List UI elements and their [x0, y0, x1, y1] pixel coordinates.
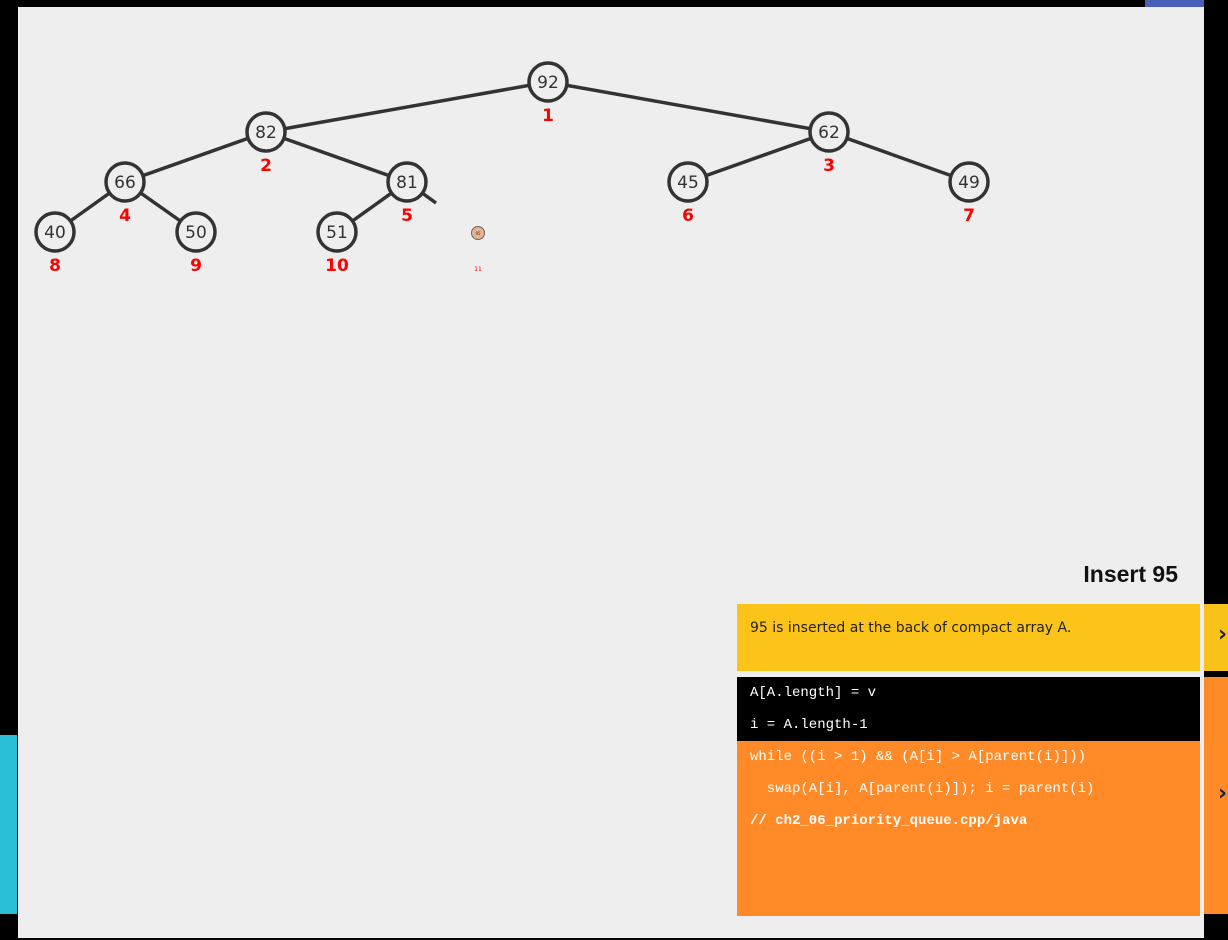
new-heap-node[interactable]: 95 11 [471, 226, 485, 274]
node-index-label: 3 [823, 156, 835, 176]
heap-node[interactable]: 50 9 [175, 211, 217, 276]
node-index-label: 10 [325, 256, 349, 276]
node-index-label: 6 [682, 206, 694, 226]
heap-node[interactable]: 81 5 [386, 161, 428, 226]
tree-edge [124, 130, 267, 184]
node-index-label: 7 [963, 206, 975, 226]
code-line: swap(A[i], A[parent(i)]); i = parent(i) [750, 781, 1095, 797]
node-index-label: 4 [119, 206, 131, 226]
description-panel: 95 is inserted at the back of compact ar… [737, 604, 1200, 671]
node-index-label: 11 [474, 266, 482, 273]
node-value: 62 [818, 123, 840, 143]
heap-node[interactable]: 66 4 [104, 161, 146, 226]
node-value: 92 [537, 73, 559, 93]
heap-node[interactable]: 51 10 [316, 211, 358, 276]
heap-node[interactable]: 49 7 [948, 161, 990, 226]
node-value: 81 [396, 173, 418, 193]
node-index-label: 2 [260, 156, 272, 176]
node-value: 82 [255, 123, 277, 143]
code-line: while ((i > 1) && (A[i] > A[parent(i)])) [750, 749, 1087, 765]
status-title: Insert 95 [1083, 561, 1178, 587]
heap-node[interactable]: 45 6 [667, 161, 709, 226]
heap-node[interactable]: 62 3 [808, 111, 850, 176]
code-line: i = A.length-1 [737, 709, 1200, 741]
node-index-label: 9 [190, 256, 202, 276]
node-value: 66 [114, 173, 136, 193]
code-panel: A[A.length] = v i = A.length-1 while ((i… [737, 677, 1200, 916]
tree-edge [547, 80, 830, 134]
code-line: // ch2_06_priority_queue.cpp/java [750, 813, 1028, 829]
code-line: A[A.length] = v [737, 677, 1200, 709]
description-text: 95 is inserted at the back of compact ar… [750, 620, 1072, 636]
node-index-label: 1 [542, 106, 554, 126]
node-value: 45 [677, 173, 699, 193]
heap-node[interactable]: 92 1 [527, 61, 569, 126]
tree-edge [687, 130, 830, 184]
tree-edge [265, 130, 408, 184]
node-value: 95 [475, 231, 481, 236]
tree-edge [828, 130, 970, 184]
node-value: 50 [185, 223, 207, 243]
tree-edge [265, 80, 549, 134]
node-index-label: 8 [49, 256, 61, 276]
node-value: 40 [44, 223, 66, 243]
node-value: 49 [958, 173, 980, 193]
heap-node[interactable]: 82 2 [245, 111, 287, 176]
heap-node[interactable]: 40 8 [34, 211, 76, 276]
node-index-label: 5 [401, 206, 413, 226]
node-value: 51 [326, 223, 348, 243]
